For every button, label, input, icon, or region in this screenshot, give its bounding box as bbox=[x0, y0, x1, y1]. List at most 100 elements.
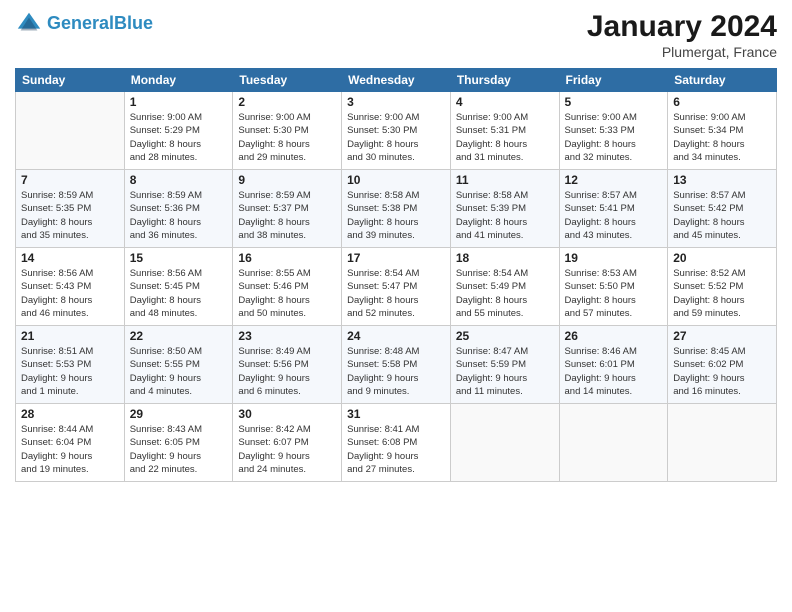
day-number: 24 bbox=[347, 329, 445, 343]
calendar-header-row: SundayMondayTuesdayWednesdayThursdayFrid… bbox=[16, 69, 777, 92]
day-number: 19 bbox=[565, 251, 663, 265]
calendar-cell: 24 Sunrise: 8:48 AMSunset: 5:58 PMDayligh… bbox=[342, 326, 451, 404]
day-info: Sunrise: 8:59 AMSunset: 5:36 PMDaylight:… bbox=[130, 189, 228, 242]
calendar-cell: 7 Sunrise: 8:59 AMSunset: 5:35 PMDaylight… bbox=[16, 170, 125, 248]
day-info: Sunrise: 8:48 AMSunset: 5:58 PMDaylight:… bbox=[347, 345, 445, 398]
day-info: Sunrise: 8:58 AMSunset: 5:39 PMDaylight:… bbox=[456, 189, 554, 242]
calendar-cell: 5Sunrise: 9:00 AMSunset: 5:33 PMDaylight… bbox=[559, 92, 668, 170]
day-number: 14 bbox=[21, 251, 119, 265]
day-info: Sunrise: 8:53 AMSunset: 5:50 PMDaylight:… bbox=[565, 267, 663, 320]
day-number: 16 bbox=[238, 251, 336, 265]
calendar-cell bbox=[450, 404, 559, 482]
logo-line1: General bbox=[47, 13, 114, 33]
day-info: Sunrise: 8:55 AMSunset: 5:46 PMDaylight:… bbox=[238, 267, 336, 320]
header: GeneralBlue January 2024 Plumergat, Fran… bbox=[15, 10, 777, 60]
calendar-cell: 26Sunrise: 8:46 AMSunset: 6:01 PMDayligh… bbox=[559, 326, 668, 404]
day-number: 1 bbox=[130, 95, 228, 109]
day-info: Sunrise: 8:52 AMSunset: 5:52 PMDaylight:… bbox=[673, 267, 771, 320]
day-number: 23 bbox=[238, 329, 336, 343]
logo-line2: Blue bbox=[114, 13, 153, 33]
calendar-header-saturday: Saturday bbox=[668, 69, 777, 92]
calendar-cell: 8 Sunrise: 8:59 AMSunset: 5:36 PMDaylight… bbox=[124, 170, 233, 248]
day-info: Sunrise: 8:42 AMSunset: 6:07 PMDaylight:… bbox=[238, 423, 336, 476]
day-info: Sunrise: 8:41 AMSunset: 6:08 PMDaylight:… bbox=[347, 423, 445, 476]
calendar-cell: 2Sunrise: 9:00 AMSunset: 5:30 PMDaylight… bbox=[233, 92, 342, 170]
day-number: 27 bbox=[673, 329, 771, 343]
day-number: 25 bbox=[456, 329, 554, 343]
calendar-cell: 4Sunrise: 9:00 AMSunset: 5:31 PMDaylight… bbox=[450, 92, 559, 170]
logo-icon bbox=[15, 10, 43, 38]
day-info: Sunrise: 8:56 AMSunset: 5:45 PMDaylight:… bbox=[130, 267, 228, 320]
day-number: 11 bbox=[456, 173, 554, 187]
calendar-header-monday: Monday bbox=[124, 69, 233, 92]
calendar-week-row: 1 Sunrise: 9:00 AMSunset: 5:29 PMDaylight… bbox=[16, 92, 777, 170]
calendar-cell: 27Sunrise: 8:45 AMSunset: 6:02 PMDayligh… bbox=[668, 326, 777, 404]
calendar-cell: 20 Sunrise: 8:52 AMSunset: 5:52 PMDayligh… bbox=[668, 248, 777, 326]
day-info: Sunrise: 8:59 AMSunset: 5:35 PMDaylight:… bbox=[21, 189, 119, 242]
day-number: 4 bbox=[456, 95, 554, 109]
calendar-page: GeneralBlue January 2024 Plumergat, Fran… bbox=[0, 0, 792, 612]
title-block: January 2024 Plumergat, France bbox=[587, 10, 777, 60]
day-number: 9 bbox=[238, 173, 336, 187]
calendar-week-row: 14 Sunrise: 8:56 AMSunset: 5:43 PMDayligh… bbox=[16, 248, 777, 326]
day-info: Sunrise: 8:56 AMSunset: 5:43 PMDaylight:… bbox=[21, 267, 119, 320]
day-info: Sunrise: 8:44 AMSunset: 6:04 PMDaylight:… bbox=[21, 423, 119, 476]
day-number: 20 bbox=[673, 251, 771, 265]
day-number: 29 bbox=[130, 407, 228, 421]
calendar-week-row: 7 Sunrise: 8:59 AMSunset: 5:35 PMDaylight… bbox=[16, 170, 777, 248]
day-info: Sunrise: 9:00 AMSunset: 5:30 PMDaylight:… bbox=[347, 111, 445, 164]
calendar-header-sunday: Sunday bbox=[16, 69, 125, 92]
calendar-cell: 19 Sunrise: 8:53 AMSunset: 5:50 PMDayligh… bbox=[559, 248, 668, 326]
day-info: Sunrise: 8:57 AMSunset: 5:41 PMDaylight:… bbox=[565, 189, 663, 242]
calendar-cell: 30Sunrise: 8:42 AMSunset: 6:07 PMDayligh… bbox=[233, 404, 342, 482]
day-info: Sunrise: 8:54 AMSunset: 5:47 PMDaylight:… bbox=[347, 267, 445, 320]
day-info: Sunrise: 8:59 AMSunset: 5:37 PMDaylight:… bbox=[238, 189, 336, 242]
calendar-header-friday: Friday bbox=[559, 69, 668, 92]
calendar-cell: 25 Sunrise: 8:47 AMSunset: 5:59 PMDayligh… bbox=[450, 326, 559, 404]
calendar-cell: 9 Sunrise: 8:59 AMSunset: 5:37 PMDaylight… bbox=[233, 170, 342, 248]
calendar-cell: 22 Sunrise: 8:50 AMSunset: 5:55 PMDayligh… bbox=[124, 326, 233, 404]
day-number: 6 bbox=[673, 95, 771, 109]
calendar-cell: 13Sunrise: 8:57 AMSunset: 5:42 PMDayligh… bbox=[668, 170, 777, 248]
day-info: Sunrise: 8:57 AMSunset: 5:42 PMDaylight:… bbox=[673, 189, 771, 242]
calendar-cell: 31Sunrise: 8:41 AMSunset: 6:08 PMDayligh… bbox=[342, 404, 451, 482]
day-number: 15 bbox=[130, 251, 228, 265]
day-number: 17 bbox=[347, 251, 445, 265]
day-number: 3 bbox=[347, 95, 445, 109]
calendar-header-thursday: Thursday bbox=[450, 69, 559, 92]
calendar-week-row: 28 Sunrise: 8:44 AMSunset: 6:04 PMDayligh… bbox=[16, 404, 777, 482]
day-info: Sunrise: 8:47 AMSunset: 5:59 PMDaylight:… bbox=[456, 345, 554, 398]
day-number: 10 bbox=[347, 173, 445, 187]
logo: GeneralBlue bbox=[15, 10, 153, 38]
calendar-cell bbox=[668, 404, 777, 482]
day-info: Sunrise: 8:46 AMSunset: 6:01 PMDaylight:… bbox=[565, 345, 663, 398]
day-number: 7 bbox=[21, 173, 119, 187]
day-info: Sunrise: 9:00 AMSunset: 5:34 PMDaylight:… bbox=[673, 111, 771, 164]
calendar-header-tuesday: Tuesday bbox=[233, 69, 342, 92]
day-info: Sunrise: 8:58 AMSunset: 5:38 PMDaylight:… bbox=[347, 189, 445, 242]
day-info: Sunrise: 8:50 AMSunset: 5:55 PMDaylight:… bbox=[130, 345, 228, 398]
day-number: 21 bbox=[21, 329, 119, 343]
day-number: 12 bbox=[565, 173, 663, 187]
calendar-cell: 1 Sunrise: 9:00 AMSunset: 5:29 PMDaylight… bbox=[124, 92, 233, 170]
calendar-cell: 3 Sunrise: 9:00 AMSunset: 5:30 PMDaylight… bbox=[342, 92, 451, 170]
calendar-header-wednesday: Wednesday bbox=[342, 69, 451, 92]
day-number: 28 bbox=[21, 407, 119, 421]
day-number: 22 bbox=[130, 329, 228, 343]
day-info: Sunrise: 9:00 AMSunset: 5:29 PMDaylight:… bbox=[130, 111, 228, 164]
location: Plumergat, France bbox=[587, 44, 777, 60]
calendar-cell: 14 Sunrise: 8:56 AMSunset: 5:43 PMDayligh… bbox=[16, 248, 125, 326]
logo-text: GeneralBlue bbox=[47, 14, 153, 34]
day-number: 8 bbox=[130, 173, 228, 187]
calendar-cell: 15 Sunrise: 8:56 AMSunset: 5:45 PMDayligh… bbox=[124, 248, 233, 326]
calendar-cell: 16 Sunrise: 8:55 AMSunset: 5:46 PMDayligh… bbox=[233, 248, 342, 326]
calendar-cell: 6 Sunrise: 9:00 AMSunset: 5:34 PMDaylight… bbox=[668, 92, 777, 170]
calendar-cell: 23 Sunrise: 8:49 AMSunset: 5:56 PMDayligh… bbox=[233, 326, 342, 404]
month-title: January 2024 bbox=[587, 10, 777, 44]
calendar-cell: 12 Sunrise: 8:57 AMSunset: 5:41 PMDayligh… bbox=[559, 170, 668, 248]
calendar-cell: 21Sunrise: 8:51 AMSunset: 5:53 PMDayligh… bbox=[16, 326, 125, 404]
calendar-week-row: 21Sunrise: 8:51 AMSunset: 5:53 PMDayligh… bbox=[16, 326, 777, 404]
day-info: Sunrise: 9:00 AMSunset: 5:30 PMDaylight:… bbox=[238, 111, 336, 164]
calendar-cell: 28 Sunrise: 8:44 AMSunset: 6:04 PMDayligh… bbox=[16, 404, 125, 482]
day-info: Sunrise: 8:49 AMSunset: 5:56 PMDaylight:… bbox=[238, 345, 336, 398]
